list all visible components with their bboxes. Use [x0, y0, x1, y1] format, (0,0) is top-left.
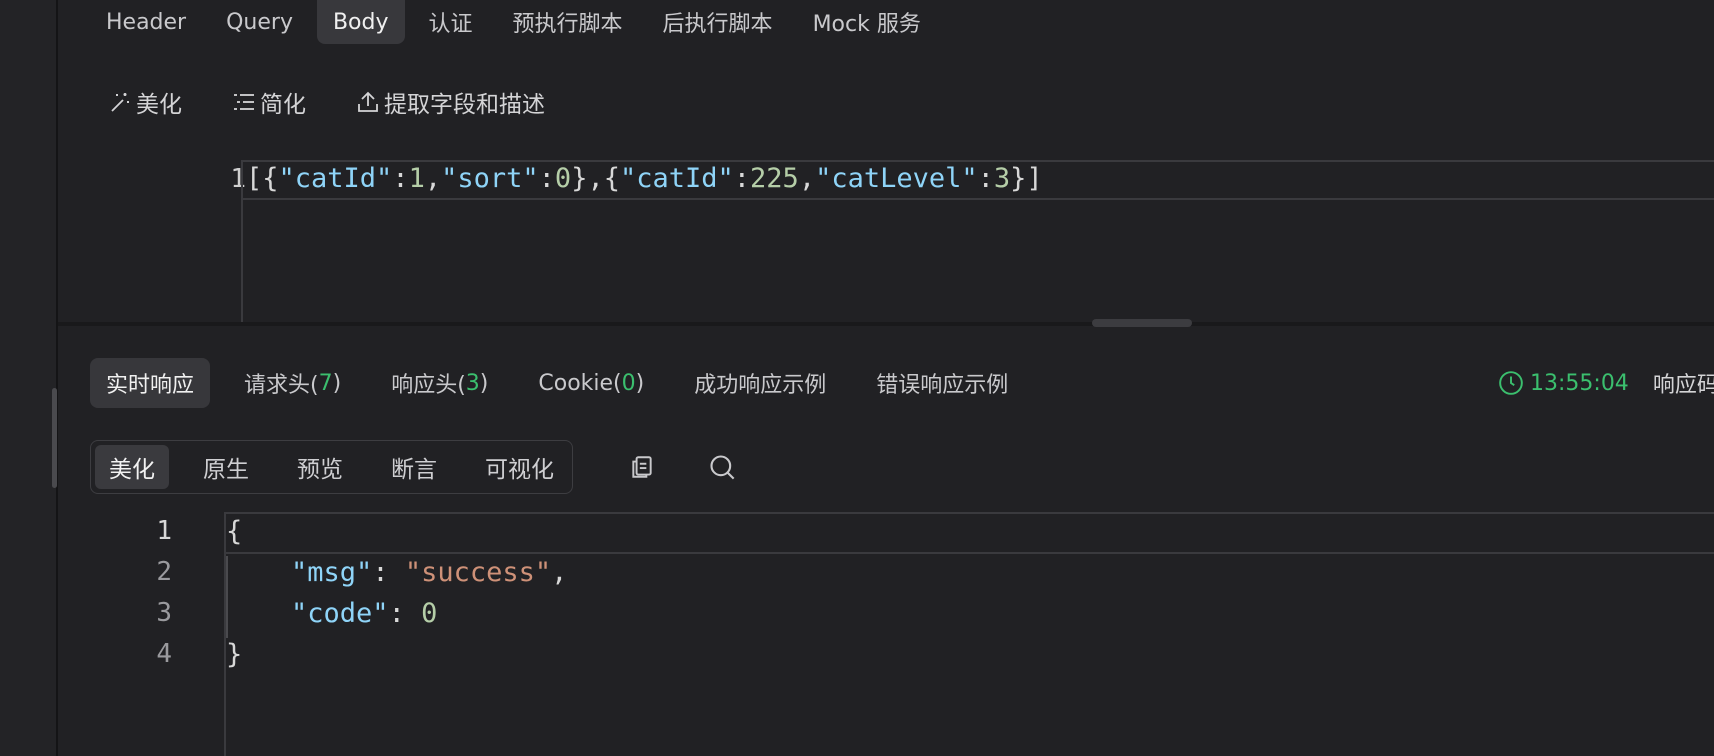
tab-request-3[interactable]: 认证 — [413, 0, 489, 44]
tab-count: 0 — [621, 370, 636, 396]
view-mode-selector: 美化 原生 预览 断言 可视化 — [90, 440, 573, 494]
tab-label: 成功响应示例 — [694, 373, 827, 398]
code-token: : — [372, 557, 405, 588]
code-token: , — [424, 163, 442, 194]
body-toolbar: 美化 简化 提取字段和描述 — [108, 82, 595, 122]
tab-label: 请求头( — [244, 373, 319, 398]
view-mode-1[interactable]: 原生 — [189, 445, 263, 489]
request-body-editor[interactable]: 1 [{"catId":1,"sort":0},{"catId":225,"ca… — [56, 150, 1714, 324]
view-mode-3[interactable]: 断言 — [377, 445, 451, 489]
copy-icon — [632, 456, 652, 478]
code-token: "sort" — [441, 163, 539, 194]
code-line: "code": 0 — [226, 598, 437, 629]
line-number: 4 — [156, 639, 172, 669]
line-number: 1 — [230, 164, 246, 194]
tab-count: 7 — [318, 370, 333, 396]
code-token: },{ — [571, 163, 620, 194]
code-token: }] — [1010, 163, 1043, 194]
tab-label: 响应头( — [391, 373, 466, 398]
line-number: 1 — [156, 516, 172, 546]
code-token: : — [538, 163, 555, 194]
tab-paren: ) — [635, 370, 645, 396]
tab-request-5[interactable]: 后执行脚本 — [647, 0, 789, 44]
code-token: , — [798, 163, 816, 194]
left-panel-scrollbar[interactable] — [52, 388, 57, 488]
view-mode-0[interactable]: 美化 — [95, 445, 169, 489]
code-line: "msg": "success", — [226, 557, 567, 588]
code-token: : — [388, 598, 422, 629]
code-token: { — [226, 516, 243, 547]
code-line: } — [226, 639, 242, 670]
left-panel-strip — [0, 0, 58, 756]
tab-label: Cookie( — [538, 370, 622, 396]
magic-wand-icon — [111, 93, 129, 112]
tab-response-1[interactable]: 请求头(7) — [228, 358, 357, 408]
tab-response-0[interactable]: 实时响应 — [90, 358, 211, 408]
tab-response-4[interactable]: 成功响应示例 — [678, 358, 842, 408]
code-token: [{ — [246, 163, 279, 194]
tab-label: 错误响应示例 — [876, 373, 1009, 398]
code-token: } — [226, 639, 243, 670]
code-token: : — [392, 163, 409, 194]
response-tabs: 实时响应 请求头(7) 响应头(3) Cookie(0) 成功响应示例 错误响应示例 — [90, 358, 1042, 408]
tab-response-5[interactable]: 错误响应示例 — [860, 358, 1024, 408]
code-token: 0 — [554, 163, 572, 194]
simplify-button[interactable]: 简化 — [232, 85, 306, 119]
active-line-highlight — [224, 512, 1714, 554]
beautify-label: 美化 — [136, 92, 182, 118]
tab-request-4[interactable]: 预执行脚本 — [497, 0, 639, 44]
code-token: 3 — [993, 163, 1011, 194]
code-token: "catId" — [278, 163, 393, 194]
code-token: : — [733, 163, 751, 194]
list-icon — [234, 94, 254, 110]
search-button[interactable] — [707, 452, 737, 482]
request-tabs: Header Query Body 认证 预执行脚本 后执行脚本 Mock 服务 — [90, 0, 945, 44]
status-code-label: 响应码 — [1652, 373, 1714, 398]
tab-label: 实时响应 — [106, 373, 195, 398]
beautify-button[interactable]: 美化 — [108, 85, 182, 119]
code-token: "code" — [291, 598, 389, 629]
simplify-label: 简化 — [260, 92, 306, 118]
tab-paren: ) — [479, 370, 489, 396]
tab-request-0[interactable]: Header — [90, 0, 202, 44]
view-mode-4[interactable]: 可视化 — [471, 445, 568, 489]
code-token: "catLevel" — [815, 163, 978, 194]
code-line: { — [226, 516, 242, 547]
tab-paren: ) — [332, 370, 342, 396]
request-body-code[interactable]: [{"catId":1,"sort":0},{"catId":225,"catL… — [246, 163, 1043, 194]
response-time: 13:55:04 — [1498, 370, 1629, 396]
tab-request-6[interactable]: Mock 服务 — [797, 0, 937, 44]
splitter-handle[interactable] — [1092, 319, 1192, 327]
view-mode-2[interactable]: 预览 — [283, 445, 357, 489]
code-token: "catId" — [619, 163, 734, 194]
tab-request-1[interactable]: Query — [210, 0, 309, 44]
tab-response-2[interactable]: 响应头(3) — [375, 358, 504, 408]
line-number: 3 — [156, 598, 172, 628]
line-number: 2 — [156, 557, 172, 587]
tab-request-2[interactable]: Body — [316, 0, 405, 44]
response-time-value: 13:55:04 — [1530, 370, 1629, 396]
tab-response-3[interactable]: Cookie(0) — [522, 358, 660, 408]
response-meta: 13:55:04 响应码 — [1498, 368, 1714, 398]
copy-button[interactable] — [627, 452, 657, 482]
code-token: 1 — [408, 163, 425, 194]
panel-splitter — [58, 322, 1714, 326]
clock-icon — [1499, 371, 1523, 395]
code-token: : — [977, 163, 994, 194]
code-token: , — [551, 557, 568, 588]
code-token: "msg" — [291, 557, 373, 588]
code-token: "success" — [404, 557, 552, 588]
extract-fields-button[interactable]: 提取字段和描述 — [356, 85, 545, 119]
code-token: 0 — [421, 598, 438, 629]
code-token: 225 — [750, 163, 799, 194]
search-icon — [710, 455, 735, 480]
upload-icon — [358, 91, 378, 112]
tab-count: 3 — [465, 370, 480, 396]
extract-fields-label: 提取字段和描述 — [384, 92, 545, 118]
